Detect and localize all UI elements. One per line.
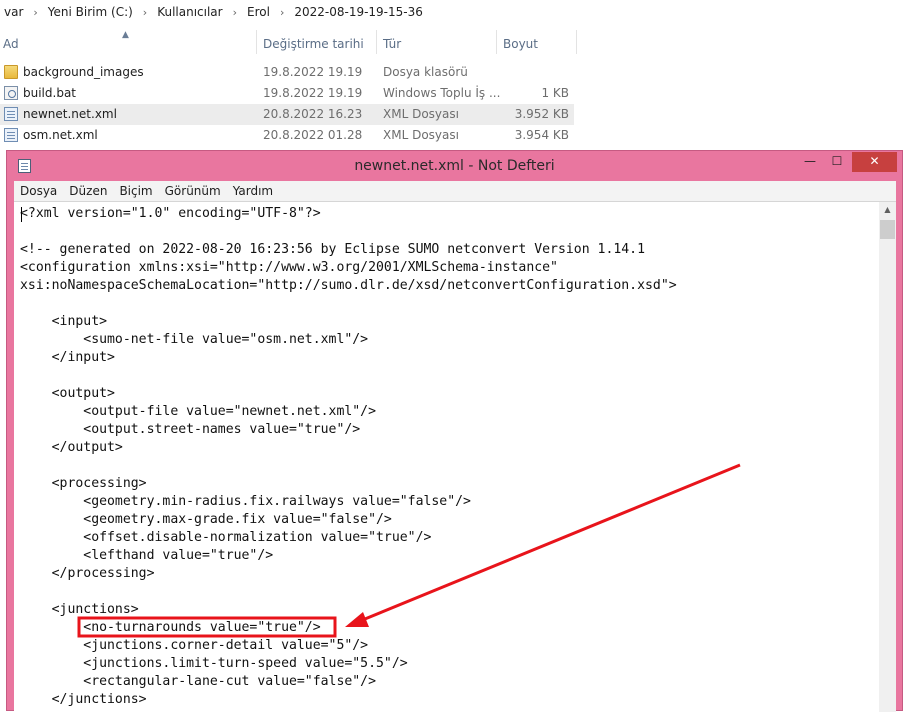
menu-bar: Dosya Düzen Biçim Görünüm Yardım <box>14 181 896 201</box>
notepad-window: newnet.net.xml - Not Defteri — ☐ ✕ Dosya… <box>6 150 903 712</box>
file-row[interactable]: osm.net.xml 20.8.2022 01.28 XML Dosyası … <box>0 125 574 146</box>
breadcrumb-item[interactable]: Erol <box>243 5 274 19</box>
text-caret <box>21 207 22 222</box>
file-name: osm.net.xml <box>23 128 98 142</box>
xml-file-icon <box>4 107 18 121</box>
batch-file-icon <box>4 86 18 100</box>
file-name: newnet.net.xml <box>23 107 117 121</box>
breadcrumb-item[interactable]: Yeni Birim (C:) <box>44 5 137 19</box>
file-type: XML Dosyası <box>383 128 459 142</box>
column-divider[interactable] <box>576 30 577 54</box>
file-type: Windows Toplu İş ... <box>383 86 501 100</box>
menu-help[interactable]: Yardım <box>227 184 279 198</box>
menu-edit[interactable]: Düzen <box>63 184 113 198</box>
chevron-right-icon: › <box>142 5 148 19</box>
column-divider[interactable] <box>256 30 257 54</box>
file-size: 1 KB <box>541 86 569 100</box>
file-date: 20.8.2022 01.28 <box>263 128 363 142</box>
column-header-size[interactable]: Boyut <box>503 30 538 58</box>
close-button[interactable]: ✕ <box>852 152 897 172</box>
file-size: 3.954 KB <box>514 128 569 142</box>
file-row[interactable]: background_images 19.8.2022 19.19 Dosya … <box>0 62 574 83</box>
file-row-selected[interactable]: newnet.net.xml 20.8.2022 16.23 XML Dosya… <box>0 104 574 125</box>
file-type: XML Dosyası <box>383 107 459 121</box>
chevron-right-icon: › <box>33 5 38 19</box>
breadcrumb-item[interactable]: 2022-08-19-19-15-36 <box>290 5 427 19</box>
scrollbar-thumb[interactable] <box>880 220 895 239</box>
maximize-button[interactable]: ☐ <box>824 152 850 172</box>
file-date: 19.8.2022 19.19 <box>263 65 363 79</box>
title-bar[interactable]: newnet.net.xml - Not Defteri — ☐ ✕ <box>7 151 902 181</box>
column-divider[interactable] <box>376 30 377 54</box>
file-date: 20.8.2022 16.23 <box>263 107 363 121</box>
file-date: 19.8.2022 19.19 <box>263 86 363 100</box>
minimize-button[interactable]: — <box>798 152 822 172</box>
chevron-right-icon: › <box>279 5 285 19</box>
file-name: background_images <box>23 65 144 79</box>
menu-file[interactable]: Dosya <box>14 184 63 198</box>
column-header-date[interactable]: Değiştirme tarihi <box>263 30 364 58</box>
scroll-up-icon[interactable]: ▲ <box>879 205 896 214</box>
column-divider[interactable] <box>496 30 497 54</box>
breadcrumb: var › Yeni Birim (C:) › Kullanıcılar › E… <box>0 0 903 24</box>
vertical-scrollbar[interactable]: ▲ <box>879 202 896 712</box>
file-name: build.bat <box>23 86 76 100</box>
column-header-name[interactable]: Ad <box>3 30 19 58</box>
menu-format[interactable]: Biçim <box>113 184 158 198</box>
xml-file-icon <box>4 128 18 142</box>
breadcrumb-item[interactable]: var <box>0 5 27 19</box>
breadcrumb-item[interactable]: Kullanıcılar <box>153 5 226 19</box>
window-title: newnet.net.xml - Not Defteri <box>354 158 555 174</box>
document-text[interactable]: <?xml version="1.0" encoding="UTF-8"?> <… <box>20 205 677 709</box>
column-header-type[interactable]: Tür <box>383 30 401 58</box>
menu-view[interactable]: Görünüm <box>159 184 227 198</box>
file-size: 3.952 KB <box>514 107 569 121</box>
folder-icon <box>4 65 18 79</box>
sort-ascending-icon: ▲ <box>122 30 129 40</box>
file-type: Dosya klasörü <box>383 65 468 79</box>
text-editor[interactable]: <?xml version="1.0" encoding="UTF-8"?> <… <box>14 201 896 712</box>
file-row[interactable]: build.bat 19.8.2022 19.19 Windows Toplu … <box>0 83 574 104</box>
chevron-right-icon: › <box>232 5 237 19</box>
